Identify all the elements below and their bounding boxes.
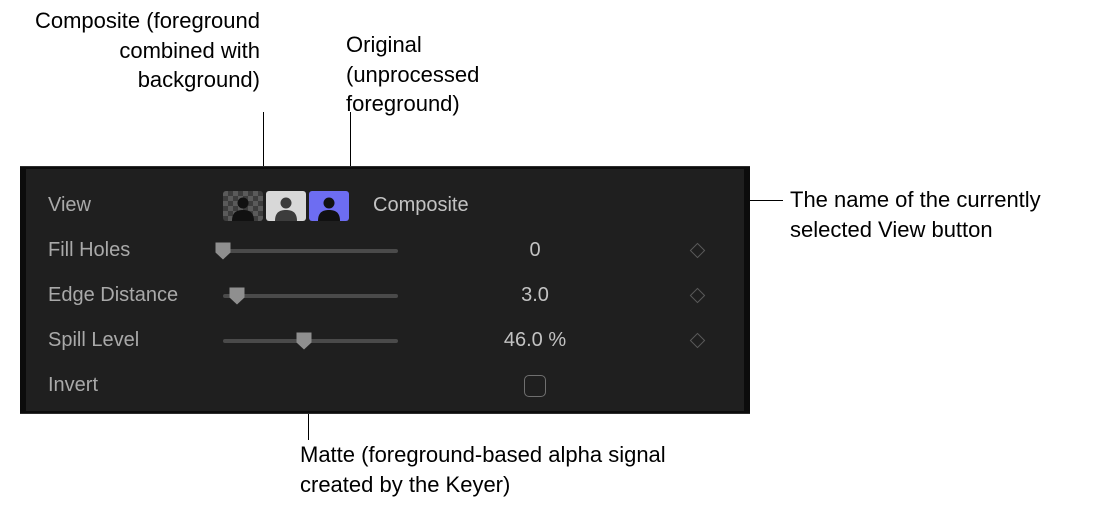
person-silhouette-icon bbox=[272, 193, 300, 221]
invert-checkbox[interactable] bbox=[524, 375, 546, 397]
inspector-panel: View bbox=[20, 166, 750, 414]
edge-distance-value[interactable]: 3.0 bbox=[398, 284, 672, 307]
edge-distance-slider[interactable] bbox=[223, 286, 398, 306]
person-silhouette-icon bbox=[229, 193, 257, 221]
fill-holes-value[interactable]: 0 bbox=[398, 239, 672, 262]
callout-matte: Matte (foreground-based alpha signal cre… bbox=[300, 440, 720, 499]
row-invert: Invert bbox=[48, 363, 722, 408]
callout-composite: Composite (foreground combined with back… bbox=[30, 6, 260, 95]
keyframe-button[interactable] bbox=[689, 288, 705, 304]
spill-level-label: Spill Level bbox=[48, 329, 223, 352]
fill-holes-slider[interactable] bbox=[223, 241, 398, 261]
view-button-composite[interactable] bbox=[223, 191, 263, 221]
spill-level-slider[interactable] bbox=[223, 331, 398, 351]
invert-label: Invert bbox=[48, 374, 223, 397]
view-button-group bbox=[223, 191, 349, 221]
slider-thumb-icon[interactable] bbox=[216, 242, 231, 259]
spill-level-value[interactable]: 46.0 % bbox=[398, 329, 672, 352]
callout-viewname: The name of the currently selected View … bbox=[790, 185, 1070, 244]
slider-thumb-icon[interactable] bbox=[230, 287, 245, 304]
row-fill-holes: Fill Holes 0 bbox=[48, 228, 722, 273]
keyframe-button[interactable] bbox=[689, 333, 705, 349]
view-button-original[interactable] bbox=[309, 191, 349, 221]
selected-view-name: Composite bbox=[373, 194, 469, 217]
row-view: View bbox=[48, 183, 722, 228]
keyframe-button[interactable] bbox=[689, 243, 705, 259]
fill-holes-label: Fill Holes bbox=[48, 239, 223, 262]
view-button-matte[interactable] bbox=[266, 191, 306, 221]
row-edge-distance: Edge Distance 3.0 bbox=[48, 273, 722, 318]
row-spill-level: Spill Level 46.0 % bbox=[48, 318, 722, 363]
edge-distance-label: Edge Distance bbox=[48, 284, 223, 307]
person-silhouette-icon bbox=[315, 193, 343, 221]
view-label: View bbox=[48, 194, 223, 217]
slider-thumb-icon[interactable] bbox=[296, 332, 311, 349]
callout-original: Original (unprocessed foreground) bbox=[346, 30, 546, 119]
